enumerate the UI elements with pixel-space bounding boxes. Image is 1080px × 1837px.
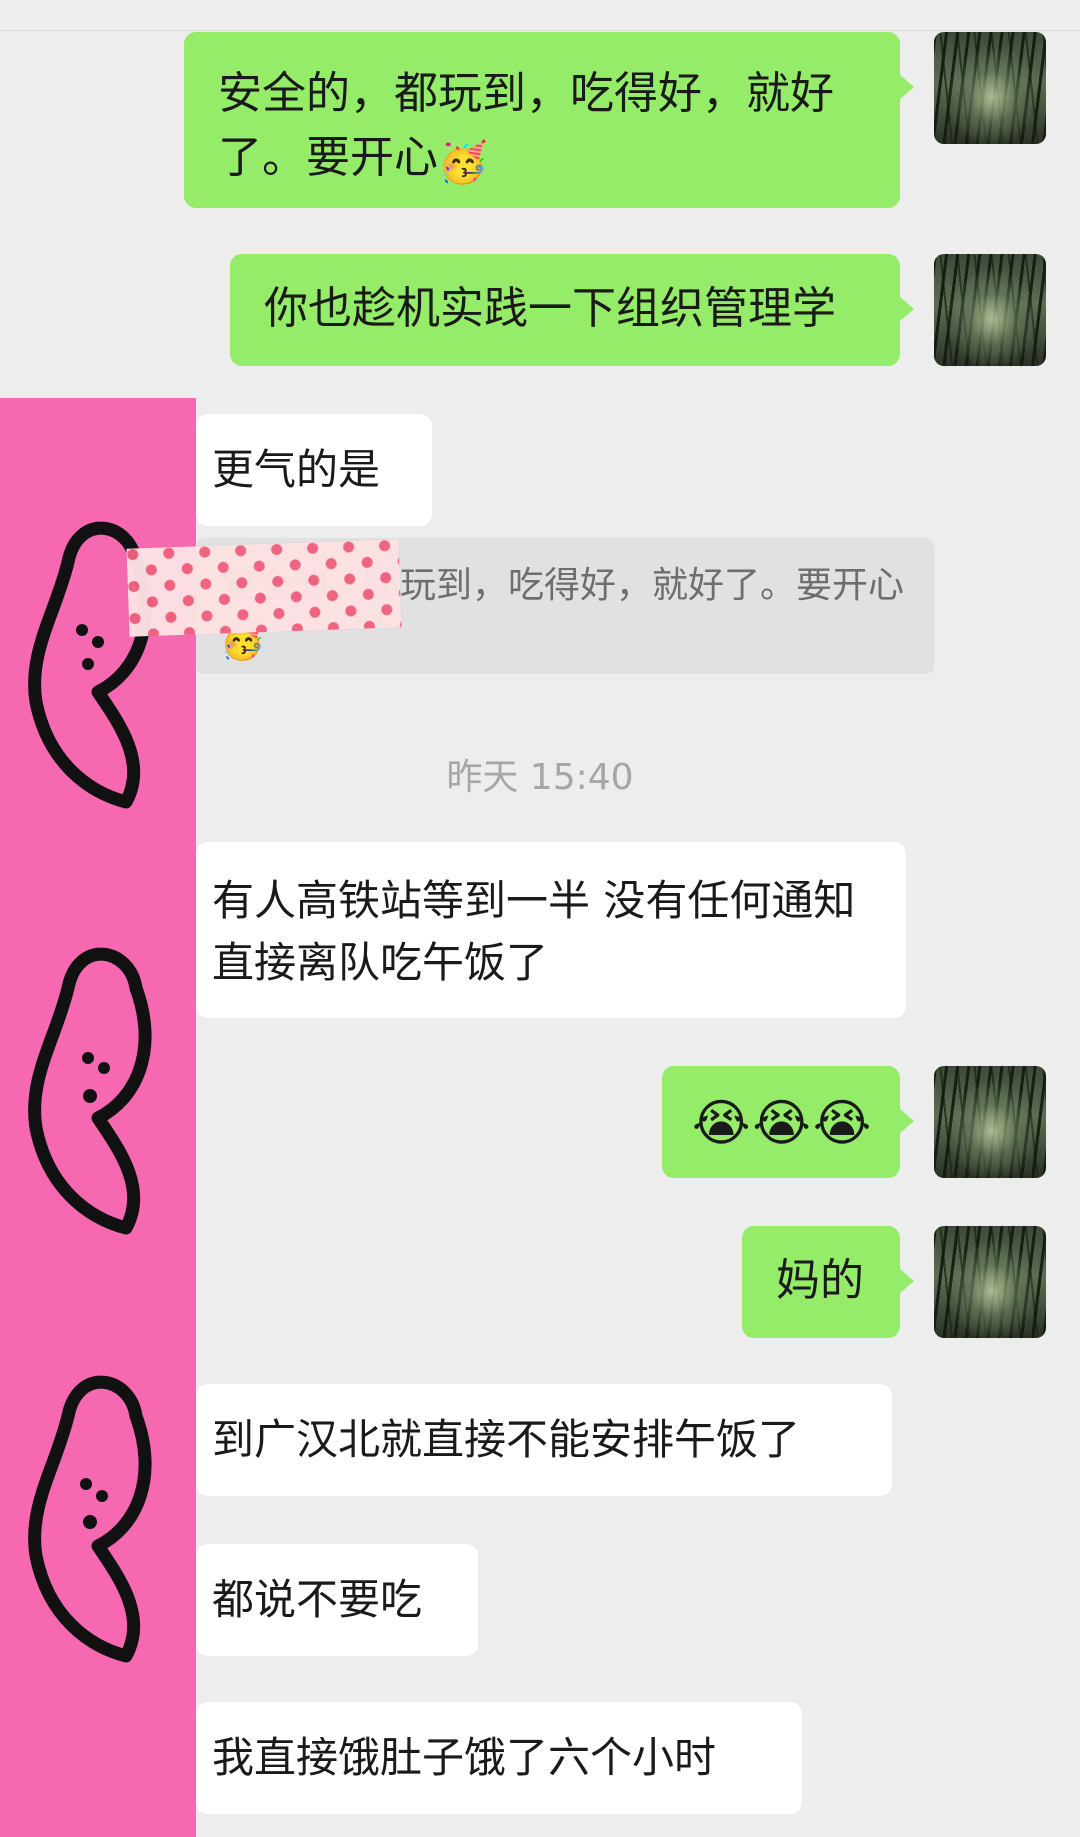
message-bubble-outgoing[interactable]: 安全的，都玩到，吃得好，就好了。要开心🥳 — [184, 32, 914, 208]
top-divider — [0, 30, 1080, 31]
message-text: 更气的是 — [212, 445, 381, 494]
heart-face-icon — [28, 1375, 152, 1663]
message-bubble-incoming[interactable]: 更气的是 — [196, 414, 432, 526]
message-bubble-incoming[interactable]: 到广汉北就直接不能安排午饭了 — [196, 1384, 892, 1496]
message-bubble-outgoing[interactable]: 😭😭😭 — [662, 1066, 914, 1178]
user-avatar[interactable] — [934, 32, 1046, 144]
user-avatar[interactable] — [934, 1226, 1046, 1338]
message-bubble-incoming[interactable]: 我直接饿肚子饿了六个小时 — [196, 1702, 802, 1814]
message-bubble-incoming[interactable]: 都说不要吃 — [196, 1544, 478, 1656]
message-bubble-outgoing[interactable]: 你也趁机实践一下组织管理学 — [230, 254, 914, 366]
message-text: 妈的 — [776, 1255, 864, 1306]
message-bubble-outgoing[interactable]: 妈的 — [742, 1226, 914, 1338]
message-bubble-incoming[interactable]: 有人高铁站等到一半 没有任何通知直接离队吃午饭了 — [196, 842, 906, 1018]
partying-face-emoji: 🥳 — [438, 140, 488, 186]
loudly-crying-face-emoji: 😭😭😭 — [692, 1094, 874, 1152]
user-avatar[interactable] — [934, 254, 1046, 366]
message-text: 你也趁机实践一下组织管理学 — [264, 283, 836, 334]
message-text: 到广汉北就直接不能安排午饭了 — [212, 1415, 801, 1464]
pink-heart-washi-tape — [126, 539, 402, 637]
user-avatar[interactable] — [934, 1066, 1046, 1178]
message-text: 我直接饿肚子饿了六个小时 — [212, 1733, 717, 1782]
message-text: 有人高铁站等到一半 没有任何通知直接离队吃午饭了 — [212, 876, 856, 987]
message-text: 都说不要吃 — [212, 1575, 423, 1624]
message-text: 安全的，都玩到，吃得好，就好了。要开心 — [218, 68, 834, 183]
heart-face-icon — [28, 947, 152, 1235]
